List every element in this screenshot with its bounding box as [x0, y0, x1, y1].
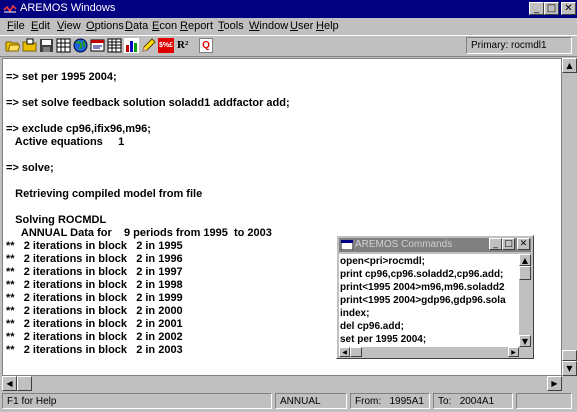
commands-history-list[interactable]: open<pri>rocmdl; print cp96,cp96.soladd2… — [339, 254, 519, 347]
command-history-item[interactable]: open<pri>rocmdl; — [340, 256, 425, 267]
primary-database-indicator: Primary: rocmdl1 — [466, 37, 572, 54]
menu-options[interactable]: Options — [86, 20, 124, 32]
output-line: ** 2 iterations in block 2 in 1999 — [6, 292, 183, 304]
window-title: AREMOS Windows — [20, 2, 116, 14]
menu-window[interactable]: Window — [249, 20, 288, 32]
table-icon[interactable] — [107, 38, 122, 53]
output-line: Solving ROCMDL — [6, 214, 107, 226]
output-line: Retrieving compiled model from file — [6, 188, 203, 200]
scroll-thumb[interactable] — [562, 350, 577, 361]
menu-econ[interactable]: Econ — [152, 20, 177, 32]
menu-view[interactable]: View — [57, 20, 81, 32]
commands-vertical-scrollbar[interactable]: ▲ ▼ — [519, 254, 531, 347]
command-history-item[interactable]: index; — [340, 308, 369, 319]
commands-window-title: AREMOS Commands — [355, 239, 453, 250]
menu-file[interactable]: File — [7, 20, 25, 32]
commands-window[interactable]: AREMOS Commands _ □ ✕ open<pri>rocmdl; p… — [336, 235, 534, 359]
commands-minimize-button[interactable]: _ — [489, 238, 502, 250]
status-to: To: 2004A1 — [433, 393, 513, 409]
output-line: ** 2 iterations in block 2 in 2002 — [6, 331, 183, 343]
open-folder-icon[interactable] — [5, 38, 20, 53]
window-icon[interactable] — [90, 38, 105, 53]
scroll-left-button[interactable]: ◀ — [2, 376, 17, 391]
horizontal-scrollbar[interactable]: ◀ ▶ — [2, 376, 562, 391]
grid-icon[interactable] — [56, 38, 71, 53]
title-bar: AREMOS Windows _ □ ✕ — [0, 0, 577, 18]
pencil-icon[interactable] — [141, 38, 156, 53]
commands-scroll-right-button[interactable]: ▶ — [508, 347, 519, 357]
minimize-button[interactable]: _ — [529, 2, 544, 15]
quit-icon[interactable]: Q — [199, 38, 213, 53]
output-line: => solve; — [6, 162, 54, 174]
menu-bar: File Edit View Options Data Econ Report … — [0, 18, 577, 35]
output-line: ** 2 iterations in block 2 in 1997 — [6, 266, 183, 278]
output-line: ** 2 iterations in block 2 in 1998 — [6, 279, 183, 291]
status-bar: F1 for Help ANNUAL From: 1995A1 To: 2004… — [0, 391, 577, 412]
folder-icon[interactable] — [22, 38, 37, 53]
vertical-scrollbar[interactable]: ▲ ▼ — [562, 58, 577, 376]
output-line: ANNUAL Data for 9 periods from 1995 to 2… — [6, 227, 272, 239]
output-line: Active equations 1 — [6, 136, 125, 148]
command-history-item[interactable]: set per 1995 2004; — [340, 334, 426, 345]
menu-data[interactable]: Data — [125, 20, 148, 32]
scroll-down-button[interactable]: ▼ — [562, 361, 577, 376]
output-line: => exclude cp96,ifix96,m96; — [6, 123, 151, 135]
scrollbar-corner — [562, 376, 577, 391]
aremos-app-icon[interactable] — [3, 3, 17, 15]
command-history-item[interactable]: print<1995 2004>m96,m96.soladd2 — [340, 282, 505, 293]
output-line: ** 2 iterations in block 2 in 2001 — [6, 318, 183, 330]
globe-icon[interactable] — [73, 38, 88, 53]
output-line: => set solve feedback solution soladd1 a… — [6, 97, 290, 109]
save-icon[interactable] — [39, 38, 54, 53]
commands-scroll-left-button[interactable]: ◀ — [339, 347, 350, 357]
commands-scroll-thumb-horizontal[interactable] — [350, 347, 362, 357]
command-history-item[interactable]: print<1995 2004>gdp96,gdp96.sola — [340, 295, 506, 306]
menu-report[interactable]: Report — [180, 20, 213, 32]
status-frequency: ANNUAL — [275, 393, 347, 409]
close-button[interactable]: ✕ — [561, 2, 576, 15]
commands-scroll-down-button[interactable]: ▼ — [519, 335, 531, 347]
output-line: ** 2 iterations in block 2 in 2003 — [6, 344, 183, 356]
status-extra — [516, 393, 572, 409]
menu-user[interactable]: User — [290, 20, 313, 32]
commands-scroll-thumb[interactable] — [519, 266, 531, 280]
command-history-item[interactable]: print cp96,cp96.soladd2,cp96.add; — [340, 269, 503, 280]
scroll-thumb-horizontal[interactable] — [17, 376, 32, 391]
commands-window-icon — [341, 240, 353, 250]
menu-help[interactable]: Help — [316, 20, 339, 32]
scroll-right-button[interactable]: ▶ — [547, 376, 562, 391]
maximize-button[interactable]: □ — [544, 2, 559, 15]
commands-scroll-up-button[interactable]: ▲ — [519, 254, 531, 266]
menu-tools[interactable]: Tools — [218, 20, 244, 32]
data-icon[interactable]: $%£ — [158, 38, 174, 53]
status-help: F1 for Help — [2, 393, 272, 409]
command-history-item[interactable]: del cp96.add; — [340, 321, 404, 332]
bar-chart-icon[interactable] — [124, 38, 139, 53]
menu-edit[interactable]: Edit — [31, 20, 50, 32]
commands-horizontal-scrollbar[interactable]: ◀ ▶ — [339, 347, 519, 357]
r-squared-icon[interactable]: R² — [177, 38, 194, 53]
status-from: From: 1995A1 — [350, 393, 430, 409]
commands-title-bar[interactable]: AREMOS Commands _ □ ✕ — [339, 238, 531, 252]
commands-maximize-button[interactable]: □ — [502, 238, 515, 250]
output-line: ** 2 iterations in block 2 in 1995 — [6, 240, 183, 252]
scroll-up-button[interactable]: ▲ — [562, 58, 577, 73]
output-line: ** 2 iterations in block 2 in 1996 — [6, 253, 183, 265]
output-line: ** 2 iterations in block 2 in 2000 — [6, 305, 183, 317]
commands-close-button[interactable]: ✕ — [517, 238, 530, 250]
output-line: => set per 1995 2004; — [6, 71, 117, 83]
